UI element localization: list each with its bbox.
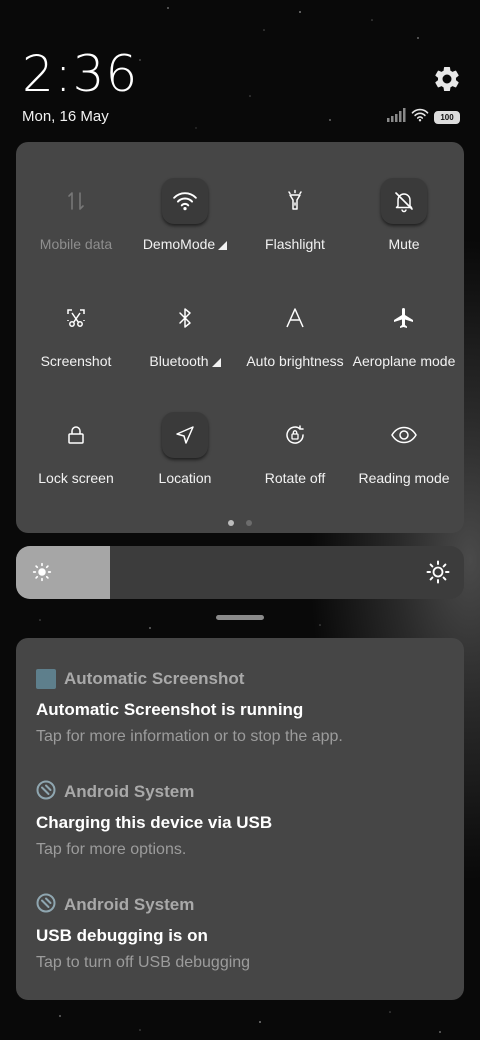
wifi-icon [162,178,208,224]
tile-label: Auto brightness [246,353,344,369]
expand-triangle-icon [211,357,221,367]
date-label: Mon, 16 May [22,108,109,125]
lock-icon [53,412,99,458]
notification-item[interactable]: Android System USB debugging is on Tap t… [36,893,446,972]
location-arrow-icon [162,412,208,458]
tile-screenshot[interactable]: Screenshot [20,259,132,376]
page-dot[interactable] [246,520,252,526]
tile-label: Bluetooth [149,353,209,369]
tile-label: Mobile data [39,236,113,252]
notification-text: Tap to turn off USB debugging [36,954,251,971]
tile-lock-screen[interactable]: Lock screen [20,376,132,493]
notification-app-name: Android System [64,895,195,914]
tile-label: Flashlight [265,236,325,252]
clock-time: 2:36 [22,45,139,103]
notification-item[interactable]: Automatic Screenshot Automatic Screensho… [36,668,446,746]
settings-gear-icon[interactable] [432,64,462,94]
notification-text: Tap for more information or to stop the … [36,728,343,745]
brightness-low-icon [32,562,52,587]
quick-settings-panel: Mobile data DemoMode Flashlight Mute Scr… [16,142,464,533]
android-system-icon [36,893,56,918]
notification-title: USB debugging is on [36,926,208,945]
tile-label: Mute [388,236,420,252]
tile-mobile-data[interactable]: Mobile data [20,142,132,259]
notification-item[interactable]: Android System Charging this device via … [36,780,446,859]
brightness-slider-fill [16,546,111,599]
tile-label: Reading mode [358,470,450,486]
tile-mute[interactable]: Mute [348,142,460,259]
brightness-high-icon [426,560,450,589]
bell-off-icon [381,178,427,224]
tile-aeroplane-mode[interactable]: Aeroplane mode [348,259,460,376]
tile-auto-brightness[interactable]: Auto brightness [239,259,351,376]
auto-brightness-icon [272,295,318,341]
tile-label: Rotate off [264,470,326,486]
android-system-icon [36,780,56,805]
drag-handle[interactable] [216,615,264,620]
airplane-icon [381,295,427,341]
rotation-lock-icon [272,412,318,458]
wifi-status-icon [411,108,429,127]
tile-label: Aeroplane mode [352,353,456,369]
page-indicator [16,520,464,526]
flashlight-icon [272,178,318,224]
tile-bluetooth[interactable]: Bluetooth [129,259,241,376]
tile-reading-mode[interactable]: Reading mode [348,376,460,493]
eye-icon [381,412,427,458]
expand-triangle-icon [218,240,228,250]
tile-label: Location [158,470,212,486]
notification-app-name: Automatic Screenshot [64,669,245,688]
notification-text: Tap for more options. [36,841,187,858]
tile-label: Lock screen [38,470,114,486]
screenshot-scissors-icon [53,295,99,341]
tile-label: Screenshot [40,353,112,369]
battery-icon: 100 [434,110,460,124]
notification-title: Charging this device via USB [36,813,273,832]
notification-title: Automatic Screenshot is running [36,700,304,719]
notification-app-name: Android System [64,782,195,801]
tile-flashlight[interactable]: Flashlight [239,142,351,259]
page-dot-active[interactable] [228,520,234,526]
mobile-data-icon [53,178,99,224]
notification-panel: Automatic Screenshot Automatic Screensho… [16,638,464,1000]
brightness-slider[interactable] [16,546,464,599]
bluetooth-icon [162,295,208,341]
app-square-icon [36,669,56,689]
tile-label: DemoMode [142,236,216,252]
tile-rotate-off[interactable]: Rotate off [239,376,351,493]
signal-strength-icon [386,107,406,127]
tile-location[interactable]: Location [129,376,241,493]
status-bar: 100 [386,107,460,127]
tile-wifi-demomode[interactable]: DemoMode [129,142,241,259]
